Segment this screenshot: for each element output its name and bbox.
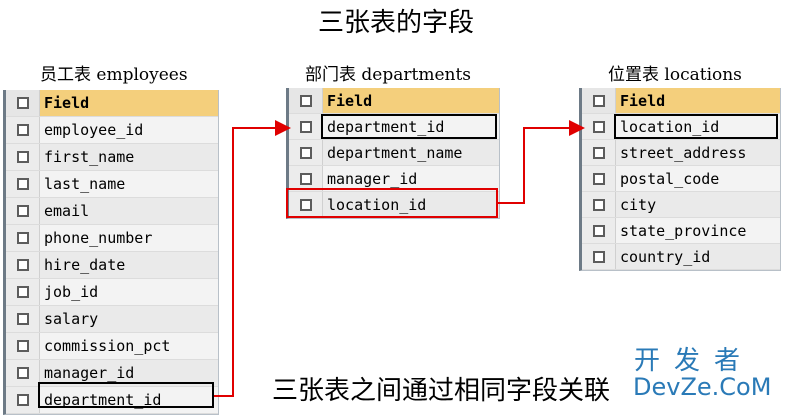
- departments-to-locations-arrow: [498, 120, 585, 204]
- watermark-chinese: 开发者: [634, 346, 755, 376]
- employees-to-departments-arrow: [214, 120, 291, 397]
- footer-caption: 三张表之间通过相同字段关联: [272, 376, 611, 406]
- watermark-english: DevZe.CoM: [633, 373, 772, 401]
